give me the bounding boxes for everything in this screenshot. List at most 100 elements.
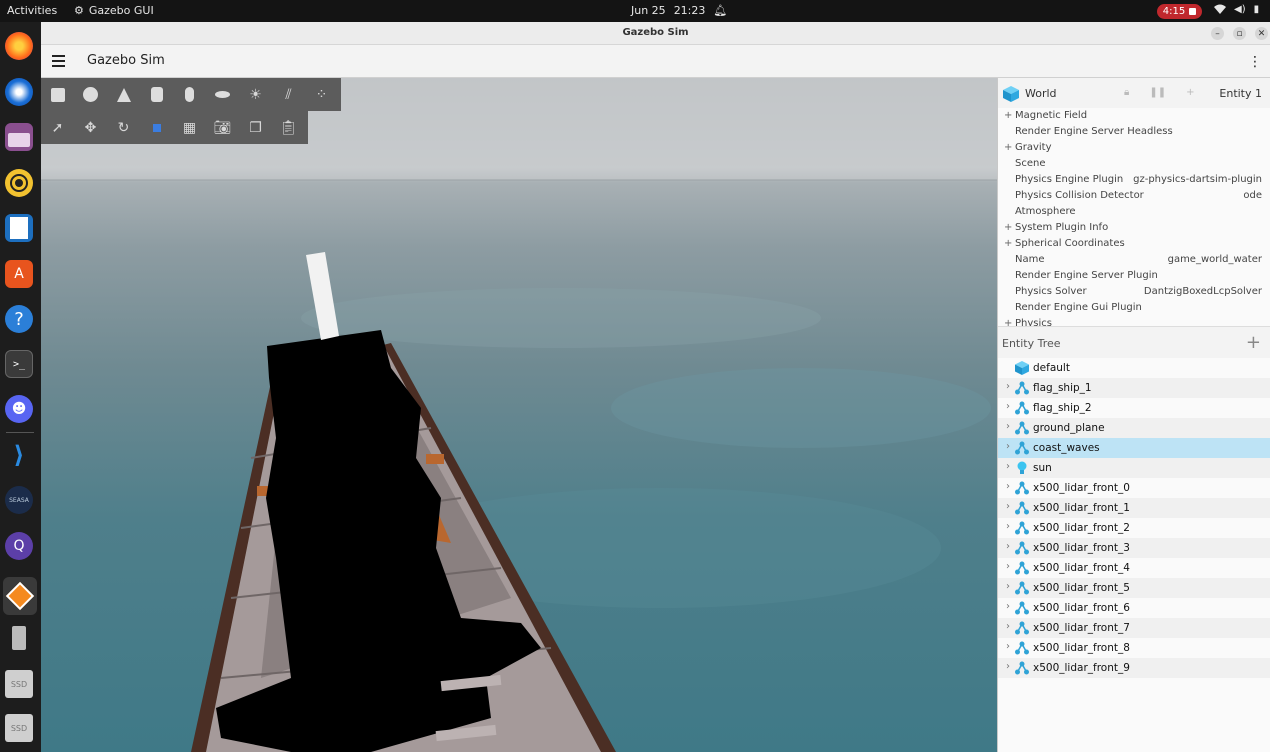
tree-row-default[interactable]: default <box>998 358 1270 378</box>
copy-icon[interactable]: ❐ <box>239 111 272 144</box>
box-icon[interactable] <box>41 78 74 111</box>
property-row[interactable]: + Spherical Coordinates <box>998 236 1270 252</box>
vscode-icon[interactable]: ⟩ <box>5 441 33 469</box>
transform-icon[interactable] <box>140 111 173 144</box>
dock: A ? >_ ☻ ⟩ SEASA Q SSD SSD <box>0 22 41 752</box>
spot-light-icon[interactable]: ⁘ <box>305 78 338 111</box>
tree-row-x500-lidar-front-5[interactable]: › x500_lidar_front_5 <box>998 578 1270 598</box>
sphere-icon[interactable] <box>74 78 107 111</box>
dock-separator <box>6 432 34 433</box>
thunderbird-icon[interactable] <box>5 78 33 106</box>
rotate-icon[interactable]: ↻ <box>107 111 140 144</box>
tree-row-sun[interactable]: › sun <box>998 458 1270 478</box>
help-icon[interactable]: ? <box>5 305 33 333</box>
property-row[interactable]: + Gravity <box>998 140 1270 156</box>
directional-light-icon[interactable]: ⫽ <box>272 78 305 111</box>
chevron-right-icon[interactable]: › <box>1006 601 1010 612</box>
property-row[interactable]: Render Engine Gui Plugin <box>998 300 1270 316</box>
chevron-right-icon[interactable]: › <box>1006 421 1010 432</box>
property-row[interactable]: Physics Collision Detector ode <box>998 188 1270 204</box>
tree-row-coast-waves[interactable]: › coast_waves <box>998 438 1270 458</box>
property-row[interactable]: Render Engine Server Plugin <box>998 268 1270 284</box>
chevron-right-icon[interactable]: › <box>1006 661 1010 672</box>
property-row[interactable]: + Magnetic Field <box>998 108 1270 124</box>
property-row[interactable]: Render Engine Server Headless <box>998 124 1270 140</box>
activities-button[interactable]: Activities <box>7 4 57 17</box>
property-row[interactable]: + System Plugin Info <box>998 220 1270 236</box>
tools-toolbar: ➚ ✥ ↻ ▦ 📷︎ ❐ 📋︎ <box>41 111 308 144</box>
chevron-right-icon[interactable]: › <box>1006 481 1010 492</box>
firefox-icon[interactable] <box>5 32 33 60</box>
tree-row-x500-lidar-front-4[interactable]: › x500_lidar_front_4 <box>998 558 1270 578</box>
screenshot-icon[interactable]: 📷︎ <box>206 111 239 144</box>
chevron-right-icon[interactable]: › <box>1006 401 1010 412</box>
paste-icon[interactable]: 📋︎ <box>272 111 305 144</box>
app-center-icon[interactable]: A <box>5 260 33 288</box>
tree-row-x500-lidar-front-3[interactable]: › x500_lidar_front_3 <box>998 538 1270 558</box>
close-button[interactable]: ✕ <box>1255 27 1268 40</box>
app-header: Gazebo Sim ⋮ <box>41 45 1270 78</box>
tree-row-x500-lidar-front-8[interactable]: › x500_lidar_front_8 <box>998 638 1270 658</box>
system-tray[interactable]: ◀) ▮ <box>1214 4 1259 17</box>
hamburger-menu-icon[interactable] <box>52 55 65 70</box>
files-icon[interactable] <box>5 123 33 151</box>
pause-icon[interactable]: ❚❚ <box>1149 87 1166 98</box>
chevron-right-icon[interactable]: › <box>1006 441 1010 452</box>
grid-icon[interactable]: ▦ <box>173 111 206 144</box>
ssd-icon[interactable]: SSD <box>5 714 33 742</box>
tree-row-x500-lidar-front-6[interactable]: › x500_lidar_front_6 <box>998 598 1270 618</box>
property-row[interactable]: Atmosphere <box>998 204 1270 220</box>
select-icon[interactable]: ➚ <box>41 111 74 144</box>
clock[interactable]: Jun 25 21:23 🔔︎ <box>631 4 727 17</box>
minimize-button[interactable]: – <box>1211 27 1224 40</box>
capsule-icon[interactable] <box>173 78 206 111</box>
writer-icon[interactable] <box>5 214 33 242</box>
rhythmbox-icon[interactable] <box>5 169 33 197</box>
gazebo-icon[interactable] <box>3 577 37 615</box>
usb-drive-icon[interactable] <box>5 624 33 652</box>
seasa-icon[interactable]: SEASA <box>5 486 33 514</box>
property-row[interactable]: Name game_world_water <box>998 252 1270 268</box>
ssd-icon[interactable]: SSD <box>5 670 33 698</box>
app-menu[interactable]: ⚙ Gazebo GUI <box>74 4 154 17</box>
ellipsoid-icon[interactable] <box>206 78 239 111</box>
tree-row-flag-ship-1[interactable]: › flag_ship_1 <box>998 378 1270 398</box>
scene-3d-viewport[interactable]: ☀ ⫽ ⁘ ➚ ✥ ↻ ▦ 📷︎ ❐ 📋︎ <box>41 78 997 752</box>
tree-row-ground-plane[interactable]: › ground_plane <box>998 418 1270 438</box>
chevron-right-icon[interactable]: › <box>1006 461 1010 472</box>
chevron-right-icon[interactable]: › <box>1006 501 1010 512</box>
kebab-menu-icon[interactable]: ⋮ <box>1248 54 1262 70</box>
property-row[interactable]: Physics Engine Plugin gz-physics-dartsim-… <box>998 172 1270 188</box>
property-row[interactable]: Scene <box>998 156 1270 172</box>
qgroundcontrol-icon[interactable]: Q <box>5 532 33 560</box>
cylinder-icon[interactable] <box>140 78 173 111</box>
tree-row-x500-lidar-front-9[interactable]: › x500_lidar_front_9 <box>998 658 1270 678</box>
terminal-icon[interactable]: >_ <box>5 350 33 378</box>
chevron-right-icon[interactable]: › <box>1006 561 1010 572</box>
property-row[interactable]: Physics Solver DantzigBoxedLcpSolver <box>998 284 1270 300</box>
lock-icon[interactable]: 🔒︎ <box>1124 87 1129 98</box>
tree-row-x500-lidar-front-2[interactable]: › x500_lidar_front_2 <box>998 518 1270 538</box>
window-titlebar[interactable]: Gazebo Sim – ▫ ✕ <box>41 22 1270 45</box>
cone-icon[interactable] <box>107 78 140 111</box>
model-icon <box>1015 561 1029 575</box>
tree-row-x500-lidar-front-0[interactable]: › x500_lidar_front_0 <box>998 478 1270 498</box>
tree-row-x500-lidar-front-7[interactable]: › x500_lidar_front_7 <box>998 618 1270 638</box>
translate-icon[interactable]: ✥ <box>74 111 107 144</box>
sun-light-icon[interactable]: ☀ <box>239 78 272 111</box>
entity-tree: default › flag_ship_1 › flag_ship_2 › ground_p… <box>998 358 1270 678</box>
chevron-right-icon[interactable]: › <box>1006 541 1010 552</box>
chevron-right-icon[interactable]: › <box>1006 381 1010 392</box>
chevron-right-icon[interactable]: › <box>1006 621 1010 632</box>
tree-row-flag-ship-2[interactable]: › flag_ship_2 <box>998 398 1270 418</box>
add-icon[interactable]: + <box>1186 87 1194 98</box>
tree-row-x500-lidar-front-1[interactable]: › x500_lidar_front_1 <box>998 498 1270 518</box>
maximize-button[interactable]: ▫ <box>1233 27 1246 40</box>
screen-recording-indicator[interactable]: 4:15 <box>1157 4 1202 19</box>
property-row[interactable]: + Physics <box>998 316 1270 326</box>
add-entity-icon[interactable]: + <box>1246 332 1261 353</box>
chevron-right-icon[interactable]: › <box>1006 521 1010 532</box>
chevron-right-icon[interactable]: › <box>1006 641 1010 652</box>
discord-icon[interactable]: ☻ <box>5 395 33 423</box>
chevron-right-icon[interactable]: › <box>1006 581 1010 592</box>
